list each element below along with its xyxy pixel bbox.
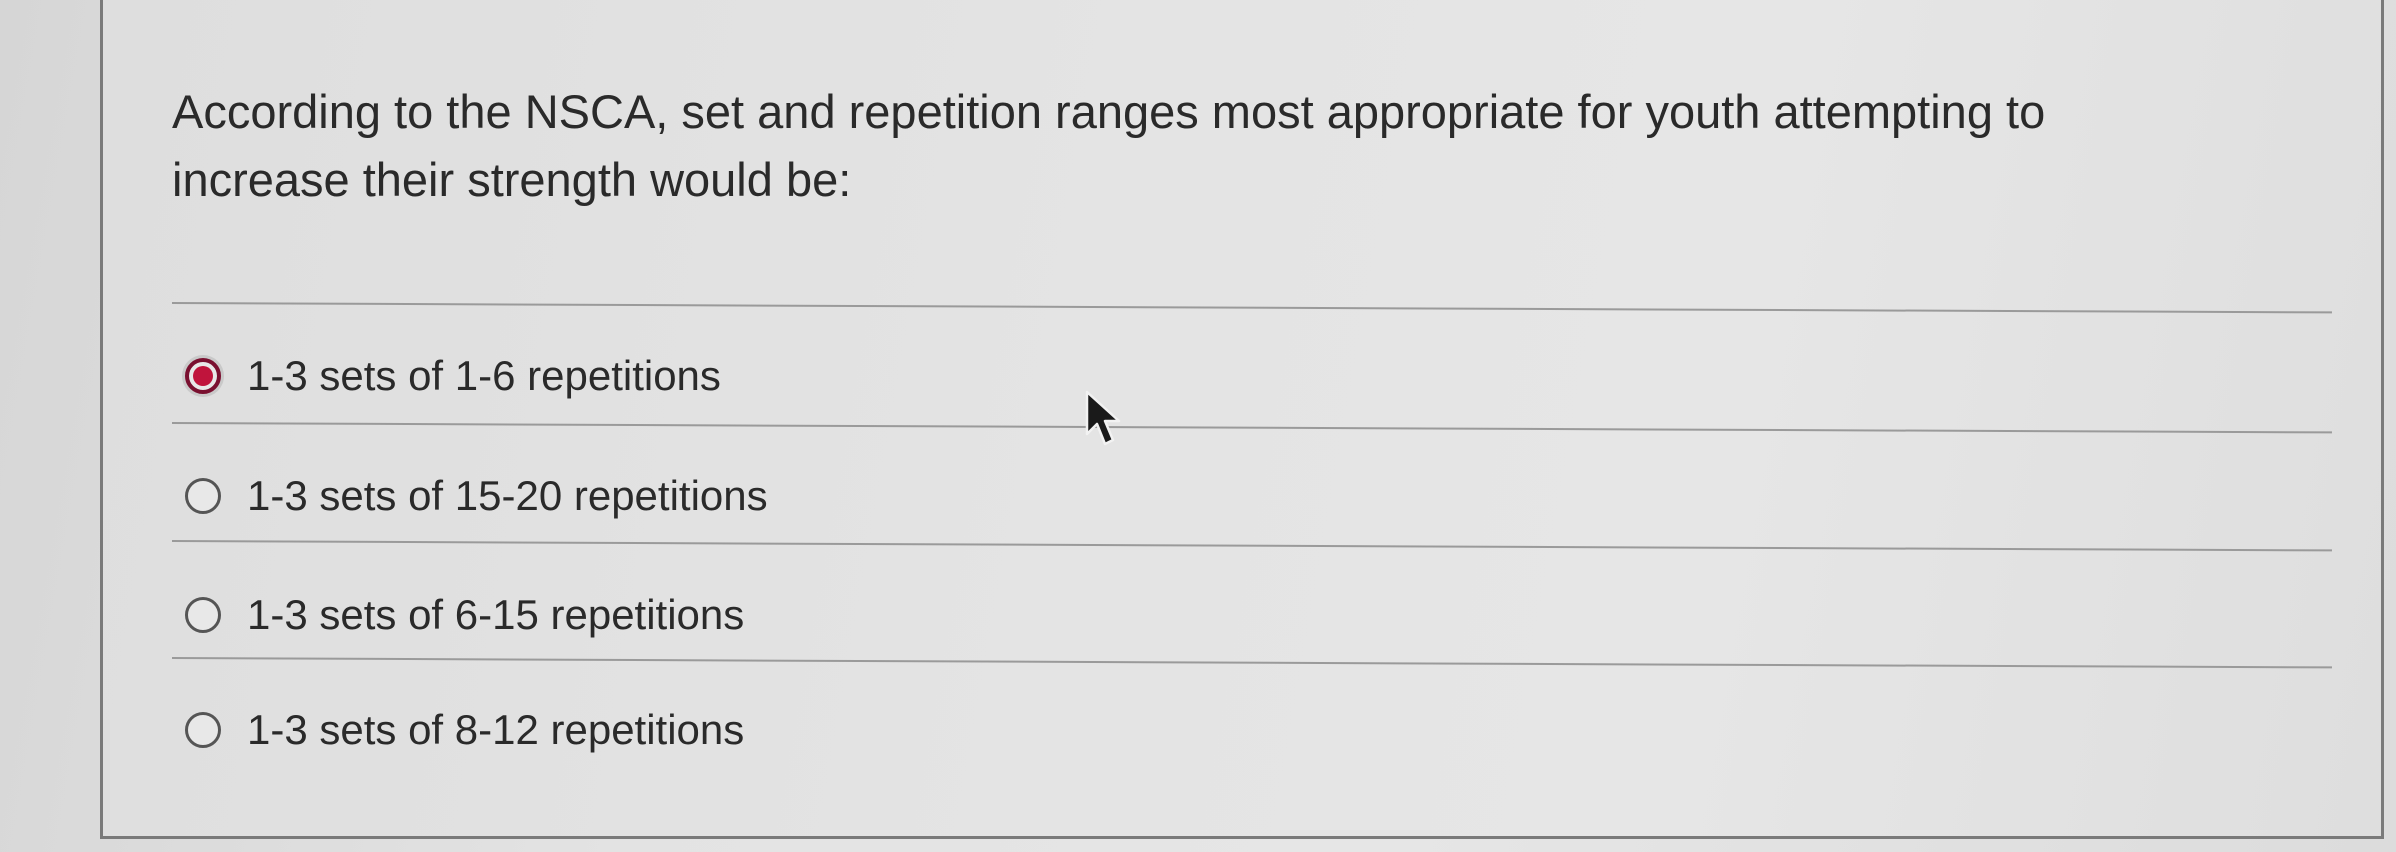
radio-button-icon[interactable] — [185, 712, 221, 748]
radio-button-icon[interactable] — [185, 597, 221, 633]
answer-label: 1-3 sets of 15-20 repetitions — [247, 472, 768, 519]
question-line-2: increase their strength would be: — [172, 153, 852, 206]
answer-option-4[interactable]: 1-3 sets of 8-12 repetitions — [185, 700, 744, 760]
answer-option-1[interactable]: 1-3 sets of 1-6 repetitions — [185, 346, 721, 406]
answer-label: 1-3 sets of 6-15 repetitions — [247, 591, 745, 638]
mouse-pointer-icon — [1085, 390, 1121, 446]
question-line-1: According to the NSCA, set and repetitio… — [172, 85, 2046, 138]
radio-button-icon[interactable] — [185, 478, 221, 514]
question-text: According to the NSCA, set and repetitio… — [172, 78, 2332, 214]
answer-option-3[interactable]: 1-3 sets of 6-15 repetitions — [185, 585, 744, 645]
answer-option-2[interactable]: 1-3 sets of 15-20 repetitions — [185, 466, 768, 526]
radio-dot-icon — [193, 366, 213, 386]
answer-label: 1-3 sets of 1-6 repetitions — [247, 352, 721, 399]
radio-selected-icon[interactable] — [185, 358, 221, 394]
answer-label: 1-3 sets of 8-12 repetitions — [247, 706, 745, 753]
